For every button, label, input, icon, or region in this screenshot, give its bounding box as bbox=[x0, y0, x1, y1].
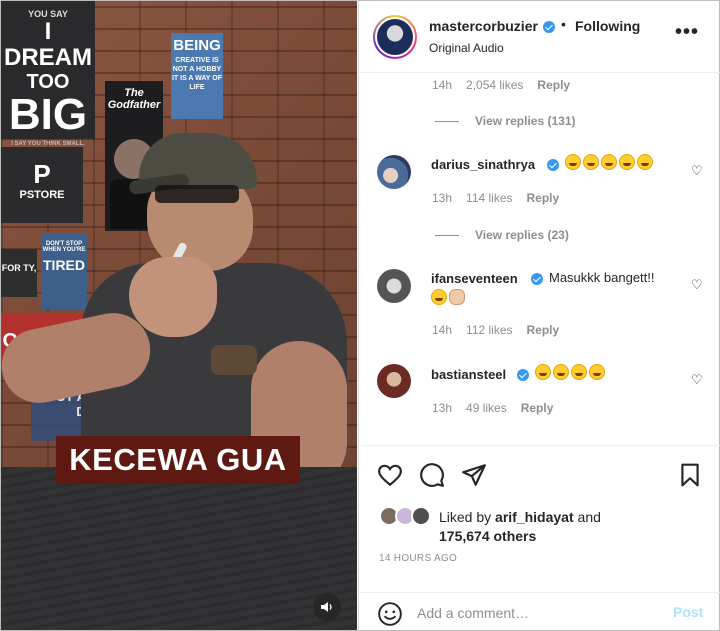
like-heart-icon[interactable] bbox=[377, 462, 403, 488]
desk-surface bbox=[1, 467, 357, 630]
post-comment-button[interactable]: Post bbox=[673, 604, 703, 620]
poster-text: BIG bbox=[8, 90, 88, 139]
commenter-username[interactable]: bastiansteel bbox=[431, 367, 506, 382]
comment-time: 13h bbox=[432, 401, 453, 415]
commenter-avatar[interactable] bbox=[377, 364, 411, 398]
reply-button[interactable]: Reply bbox=[537, 78, 570, 92]
add-comment-input[interactable] bbox=[417, 601, 657, 625]
laughing-tears-emoji-icon bbox=[553, 364, 569, 380]
poster-text: The Godfather bbox=[107, 87, 161, 111]
clap-emoji-icon bbox=[449, 289, 465, 305]
post-header: mastercorbuzier • Following Original Aud… bbox=[359, 1, 720, 73]
liked-by-text: Liked by arif_hidayat and 175,674 others bbox=[439, 508, 669, 546]
comment-emojis bbox=[431, 288, 467, 308]
rofl-emoji-icon bbox=[601, 154, 617, 170]
rofl-emoji-icon bbox=[637, 154, 653, 170]
comments-list[interactable]: 14h 2,054 likes Reply View replies (131) d… bbox=[359, 73, 720, 445]
comment-like-heart-icon[interactable]: ♡ bbox=[691, 373, 703, 386]
author-avatar[interactable] bbox=[373, 15, 417, 59]
reply-button[interactable]: Reply bbox=[527, 191, 560, 205]
laughing-tears-emoji-icon bbox=[571, 364, 587, 380]
comment-meta: 14h 112 likes Reply bbox=[432, 323, 573, 337]
laughing-tears-emoji-icon bbox=[431, 289, 447, 305]
more-options-icon[interactable]: ••• bbox=[675, 22, 698, 45]
rofl-emoji-icon bbox=[619, 154, 635, 170]
liked-by-and: and bbox=[577, 509, 601, 525]
header-separator: • bbox=[561, 16, 566, 32]
liker-avatar bbox=[411, 506, 431, 526]
post-video[interactable]: YOU SAY I DREAM TOO BIG I SAY YOU THINK … bbox=[1, 1, 357, 630]
rofl-emoji-icon bbox=[583, 154, 599, 170]
following-button[interactable]: Following bbox=[575, 18, 640, 34]
comment-meta: 13h 49 likes Reply bbox=[432, 401, 567, 415]
person-hand bbox=[129, 257, 217, 337]
comment-bubble-icon[interactable] bbox=[419, 462, 445, 488]
reply-button[interactable]: Reply bbox=[521, 401, 554, 415]
wall-poster-being: BEING CREATIVE IS NOT A HOBBY IT IS A WA… bbox=[171, 33, 223, 119]
comment-meta: 13h 114 likes Reply bbox=[432, 191, 573, 205]
reply-button[interactable]: Reply bbox=[527, 323, 560, 337]
pstore-logo: P bbox=[33, 159, 51, 189]
person-sunglasses bbox=[155, 185, 239, 203]
commenter-username[interactable]: darius_sinathrya bbox=[431, 157, 535, 172]
commenter-username[interactable]: ifanseventeen bbox=[431, 271, 518, 286]
comment-time: 14h bbox=[432, 323, 453, 337]
liked-by-user-link[interactable]: arif_hidayat bbox=[495, 509, 574, 525]
comment-likes[interactable]: 2,054 likes bbox=[466, 78, 523, 92]
comment-likes[interactable]: 114 likes bbox=[466, 191, 512, 205]
poster-text: TIRED bbox=[43, 257, 85, 273]
comment-time: 14h bbox=[432, 78, 453, 92]
original-audio-link[interactable]: Original Audio bbox=[429, 41, 504, 55]
comment-like-heart-icon[interactable]: ♡ bbox=[691, 164, 703, 177]
video-caption: KECEWA GUA bbox=[56, 436, 300, 484]
liked-by-others-link[interactable]: 175,674 others bbox=[439, 528, 536, 544]
add-comment-bar: Post bbox=[359, 592, 720, 631]
avatar-image bbox=[375, 17, 415, 57]
share-paper-plane-icon[interactable] bbox=[461, 462, 487, 488]
emoji-smile-icon[interactable] bbox=[377, 601, 403, 627]
author-username[interactable]: mastercorbuzier bbox=[429, 18, 538, 34]
verified-badge-icon bbox=[531, 273, 543, 285]
view-replies-button[interactable]: View replies (131) bbox=[435, 114, 576, 128]
speaker-icon bbox=[321, 602, 332, 612]
wristwatch bbox=[211, 345, 257, 375]
laughing-tears-emoji-icon bbox=[535, 364, 551, 380]
comment-like-heart-icon[interactable]: ♡ bbox=[691, 278, 703, 291]
comment-likes[interactable]: 112 likes bbox=[466, 323, 512, 337]
poster-text: BEING bbox=[173, 37, 221, 54]
post-sidebar: mastercorbuzier • Following Original Aud… bbox=[358, 1, 720, 631]
comment-emojis bbox=[535, 363, 607, 383]
poster-text: I DREAM bbox=[4, 18, 92, 71]
verified-badge-icon bbox=[543, 21, 555, 33]
verified-badge-icon bbox=[517, 369, 529, 381]
post-timestamp[interactable]: 14 HOURS AGO bbox=[379, 553, 457, 564]
poster-text: PSTORE bbox=[19, 189, 65, 201]
liked-by-prefix: Liked by bbox=[439, 509, 492, 525]
comment-emojis bbox=[565, 153, 655, 173]
view-replies-button[interactable]: View replies (23) bbox=[435, 228, 569, 242]
comment-time: 13h bbox=[432, 191, 453, 205]
wall-poster-tired: DON'T STOP WHEN YOU'RE TIRED bbox=[41, 233, 87, 309]
laughing-tears-emoji-icon bbox=[589, 364, 605, 380]
post-actions: Liked by arif_hidayat and 175,674 others… bbox=[359, 445, 720, 631]
commenter-avatar[interactable] bbox=[377, 269, 411, 303]
wall-poster-dream: YOU SAY I DREAM TOO BIG I SAY YOU THINK … bbox=[1, 1, 95, 147]
comment-meta: 14h 2,054 likes Reply bbox=[432, 78, 584, 92]
comment-text: Masukkk bangett!! bbox=[549, 270, 655, 285]
rofl-emoji-icon bbox=[565, 154, 581, 170]
poster-text: CREATIVE IS NOT A HOBBY IT IS A WAY OF L… bbox=[171, 57, 223, 91]
comment-likes[interactable]: 49 likes bbox=[466, 401, 507, 415]
sound-toggle-button[interactable] bbox=[313, 593, 341, 621]
wall-sign-pstore: P PSTORE bbox=[1, 147, 83, 223]
poster-text: DON'T STOP WHEN YOU'RE bbox=[42, 241, 86, 253]
save-bookmark-icon[interactable] bbox=[677, 462, 703, 488]
verified-badge-icon bbox=[547, 159, 559, 171]
wall-poster-small: FOR TY, bbox=[1, 249, 37, 297]
commenter-avatar[interactable] bbox=[377, 155, 411, 189]
